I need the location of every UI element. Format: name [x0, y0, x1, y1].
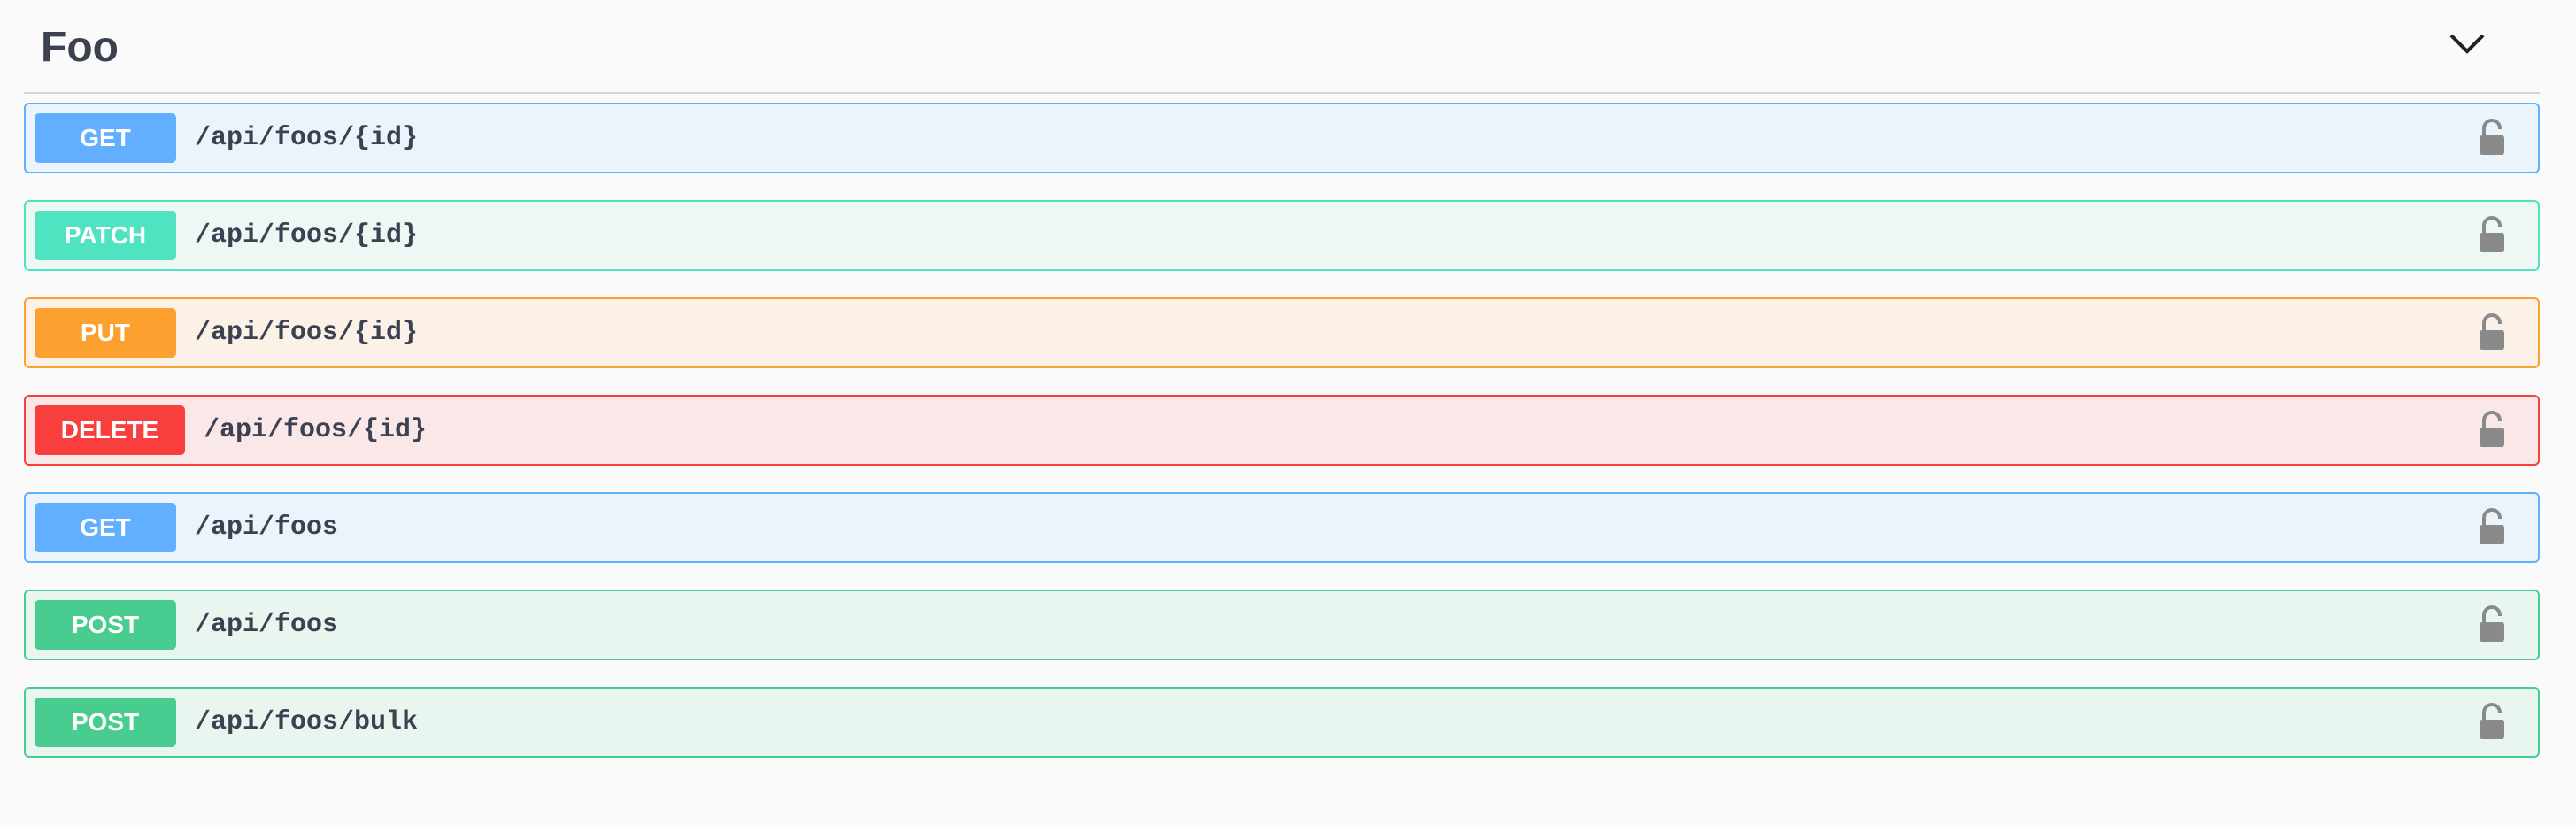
lock-open-icon[interactable] — [2478, 119, 2506, 156]
lock-shackle — [2482, 508, 2502, 525]
lock-body — [2480, 135, 2504, 155]
chevron-down-icon[interactable] — [2446, 27, 2488, 62]
method-badge: POST — [35, 600, 176, 650]
operation-put-foo-by-id[interactable]: PUT /api/foos/{id} — [24, 297, 2540, 368]
method-badge: PUT — [35, 308, 176, 358]
lock-open-icon[interactable] — [2478, 605, 2506, 643]
lock-shackle — [2482, 605, 2502, 622]
operation-path: /api/foos — [195, 610, 339, 640]
operation-get-foos[interactable]: GET /api/foos — [24, 492, 2540, 563]
operation-post-foos[interactable]: POST /api/foos — [24, 590, 2540, 660]
lock-body — [2480, 720, 2504, 739]
lock-shackle — [2482, 703, 2502, 720]
method-badge: GET — [35, 503, 176, 552]
lock-open-icon[interactable] — [2478, 508, 2506, 545]
lock-shackle — [2482, 313, 2502, 330]
lock-open-icon[interactable] — [2478, 411, 2506, 448]
lock-body — [2480, 330, 2504, 350]
lock-body — [2480, 525, 2504, 544]
operation-path: /api/foos/{id} — [195, 220, 419, 251]
lock-open-icon[interactable] — [2478, 703, 2506, 740]
method-badge: PATCH — [35, 211, 176, 260]
operation-patch-foo-by-id[interactable]: PATCH /api/foos/{id} — [24, 200, 2540, 271]
tag-section-foo: Foo GET /api/foos/{id} PATCH /api/foos/{… — [24, 0, 2540, 758]
lock-open-icon[interactable] — [2478, 216, 2506, 253]
method-badge: GET — [35, 113, 176, 163]
operation-path: /api/foos — [195, 513, 339, 543]
lock-shackle — [2482, 216, 2502, 233]
lock-body — [2480, 428, 2504, 447]
lock-open-icon[interactable] — [2478, 313, 2506, 351]
lock-body — [2480, 233, 2504, 252]
operation-path: /api/foos/{id} — [204, 415, 428, 445]
operation-delete-foo-by-id[interactable]: DELETE /api/foos/{id} — [24, 395, 2540, 466]
tag-section-header[interactable]: Foo — [24, 0, 2540, 94]
lock-body — [2480, 622, 2504, 642]
lock-shackle — [2482, 411, 2502, 428]
method-badge: DELETE — [35, 405, 185, 455]
method-badge: POST — [35, 698, 176, 747]
operation-path: /api/foos/bulk — [195, 707, 419, 737]
operation-post-foos-bulk[interactable]: POST /api/foos/bulk — [24, 687, 2540, 758]
lock-shackle — [2482, 119, 2502, 135]
operation-get-foo-by-id[interactable]: GET /api/foos/{id} — [24, 103, 2540, 173]
tag-title: Foo — [41, 24, 119, 71]
operation-path: /api/foos/{id} — [195, 318, 419, 348]
operation-path: /api/foos/{id} — [195, 123, 419, 153]
